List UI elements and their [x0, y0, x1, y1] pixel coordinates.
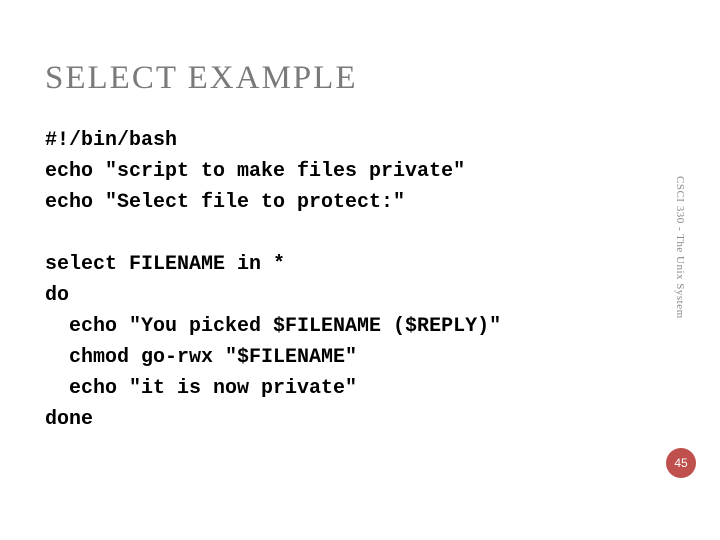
code-line: do — [45, 284, 69, 307]
page-number: 45 — [674, 456, 687, 470]
code-line: echo "script to make files private" — [45, 160, 465, 183]
code-line: echo "Select file to protect:" — [45, 191, 405, 214]
code-line: echo "You picked $FILENAME ($REPLY)" — [45, 315, 501, 338]
code-line: #!/bin/bash — [45, 129, 177, 152]
slide: SELECT EXAMPLE #!/bin/bash echo "script … — [0, 0, 720, 540]
code-block: #!/bin/bash echo "script to make files p… — [45, 125, 670, 435]
code-line: echo "it is now private" — [45, 377, 357, 400]
slide-title: SELECT EXAMPLE — [45, 60, 670, 97]
course-label: CSCI 330 - The Unix System — [674, 176, 686, 319]
page-number-badge: 45 — [666, 448, 696, 478]
code-line: chmod go-rwx "$FILENAME" — [45, 346, 357, 369]
code-line: done — [45, 408, 93, 431]
code-line: select FILENAME in * — [45, 253, 285, 276]
